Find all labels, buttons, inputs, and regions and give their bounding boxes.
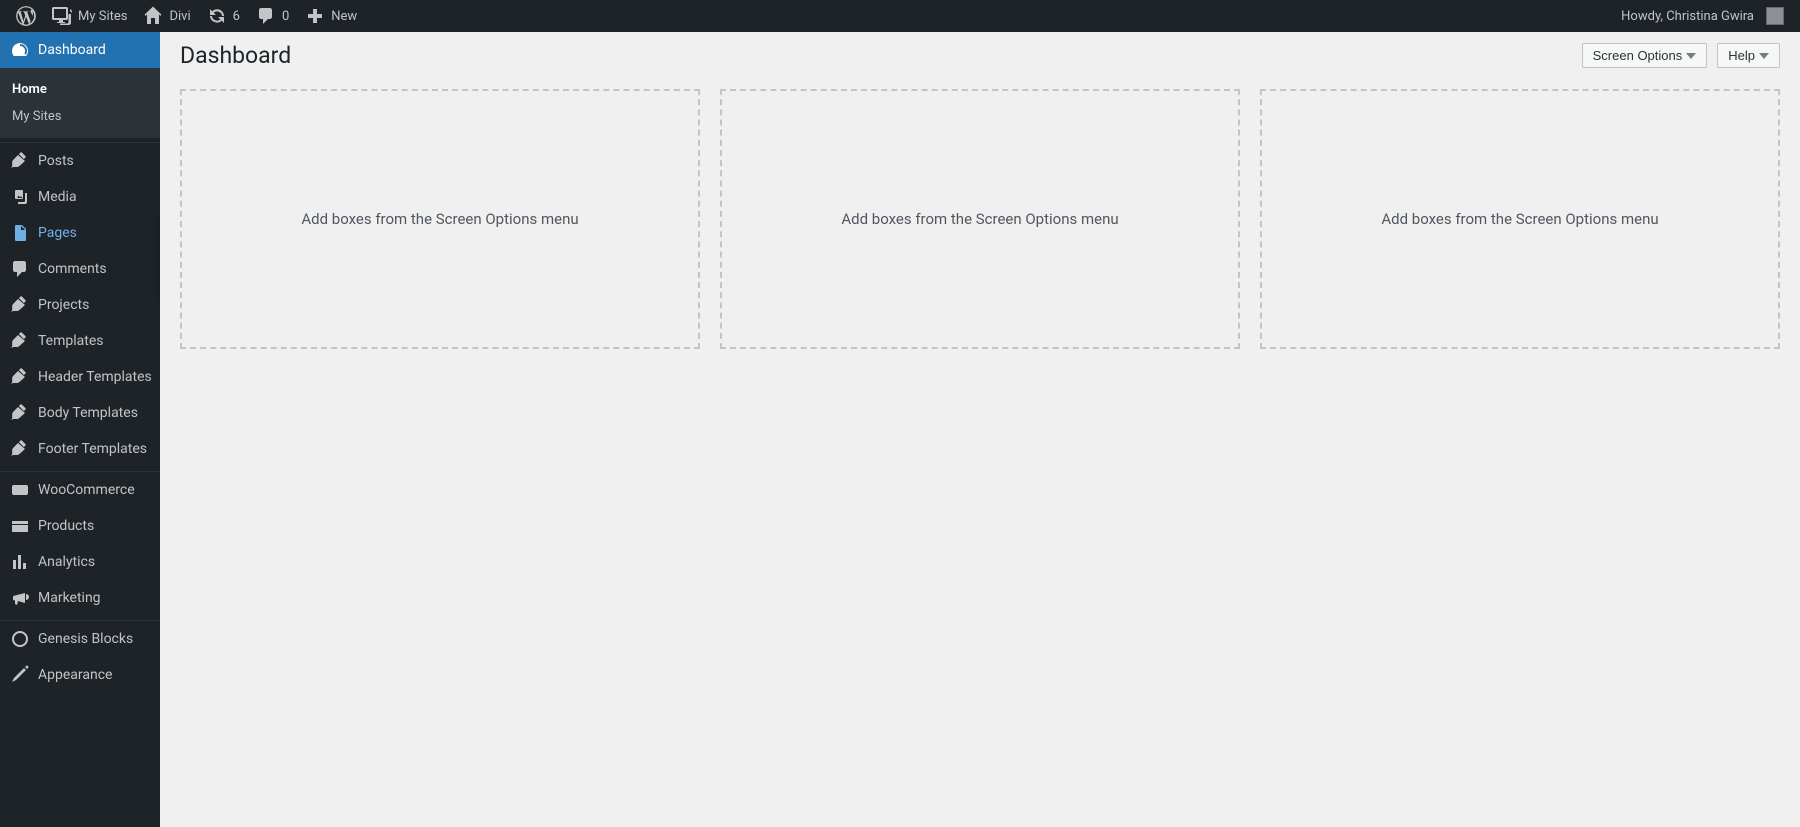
updates-count: 6 [233, 9, 240, 24]
wp-logo-menu[interactable] [8, 0, 44, 32]
dashboard-placeholder-3: Add boxes from the Screen Options menu [1260, 89, 1780, 349]
admin-sidebar: Dashboard Home My Sites Posts Media Page… [0, 32, 160, 827]
home-icon [143, 6, 163, 26]
comments-count: 0 [282, 9, 289, 24]
admin-menu: Dashboard Home My Sites Posts Media Page… [0, 32, 160, 693]
plus-icon [305, 6, 325, 26]
menu-pages-label: Pages [38, 225, 152, 241]
dashboard-placeholder-2: Add boxes from the Screen Options menu [720, 89, 1240, 349]
placeholder-text: Add boxes from the Screen Options menu [841, 210, 1118, 228]
appearance-icon [10, 665, 30, 685]
woocommerce-icon [10, 480, 30, 500]
menu-analytics-label: Analytics [38, 554, 152, 570]
comments-menu[interactable]: 0 [248, 0, 297, 32]
menu-pages[interactable]: Pages All Pages Add New 1 [0, 215, 160, 251]
avatar [1766, 7, 1784, 25]
menu-media-label: Media [38, 189, 152, 205]
chevron-down-icon [1759, 53, 1769, 59]
menu-posts-label: Posts [38, 153, 152, 169]
products-icon [10, 516, 30, 536]
analytics-icon [10, 552, 30, 572]
updates-menu[interactable]: 6 [199, 0, 248, 32]
menu-templates[interactable]: Templates [0, 323, 160, 359]
chevron-down-icon [1686, 53, 1696, 59]
menu-header-templates-label: Header Templates [38, 369, 152, 385]
screen-options-button[interactable]: Screen Options [1582, 43, 1708, 68]
pin-icon [10, 151, 30, 171]
new-label: New [331, 9, 357, 24]
menu-products[interactable]: Products [0, 508, 160, 544]
dashboard-submenu: Home My Sites [0, 68, 160, 138]
new-content-menu[interactable]: New [297, 0, 365, 32]
submenu-my-sites[interactable]: My Sites [0, 103, 160, 130]
pin-icon [10, 331, 30, 351]
submenu-home[interactable]: Home [0, 76, 160, 103]
admin-bar: My Sites Divi 6 0 New [0, 0, 1800, 32]
admin-bar-right: Howdy, Christina Gwira [1613, 0, 1792, 32]
menu-products-label: Products [38, 518, 152, 534]
placeholder-text: Add boxes from the Screen Options menu [301, 210, 578, 228]
menu-templates-label: Templates [38, 333, 152, 349]
dashboard-icon [10, 40, 30, 60]
menu-marketing[interactable]: Marketing [0, 580, 160, 616]
main-wrap: Dashboard Home My Sites Posts Media Page… [0, 32, 1800, 827]
help-label: Help [1728, 48, 1755, 63]
menu-dashboard[interactable]: Dashboard [0, 32, 160, 68]
dashboard-placeholder-1: Add boxes from the Screen Options menu [180, 89, 700, 349]
my-account-menu[interactable]: Howdy, Christina Gwira [1613, 0, 1792, 32]
menu-comments-label: Comments [38, 261, 152, 277]
marketing-icon [10, 588, 30, 608]
menu-dashboard-label: Dashboard [38, 42, 152, 58]
screen-options-label: Screen Options [1593, 48, 1683, 63]
pin-icon [10, 439, 30, 459]
content-area: Dashboard Screen Options Help Add boxes … [160, 32, 1800, 827]
network-icon [52, 6, 72, 26]
menu-woocommerce[interactable]: WooCommerce [0, 472, 160, 508]
menu-comments[interactable]: Comments [0, 251, 160, 287]
menu-footer-templates[interactable]: Footer Templates [0, 431, 160, 467]
menu-body-templates[interactable]: Body Templates [0, 395, 160, 431]
page-header: Dashboard Screen Options Help [180, 32, 1780, 89]
menu-media[interactable]: Media [0, 179, 160, 215]
pin-icon [10, 403, 30, 423]
dashboard-columns: Add boxes from the Screen Options menu A… [180, 89, 1780, 349]
pin-icon [10, 295, 30, 315]
menu-genesis-blocks[interactable]: Genesis Blocks [0, 621, 160, 657]
comment-icon [10, 259, 30, 279]
media-icon [10, 187, 30, 207]
update-icon [207, 6, 227, 26]
menu-header-templates[interactable]: Header Templates [0, 359, 160, 395]
menu-posts[interactable]: Posts [0, 143, 160, 179]
site-name-label: Divi [169, 9, 190, 24]
comment-icon [256, 6, 276, 26]
menu-analytics[interactable]: Analytics [0, 544, 160, 580]
my-sites-menu[interactable]: My Sites [44, 0, 135, 32]
help-button[interactable]: Help [1717, 43, 1780, 68]
menu-marketing-label: Marketing [38, 590, 152, 606]
page-header-actions: Screen Options Help [1582, 43, 1780, 68]
pin-icon [10, 367, 30, 387]
my-sites-label: My Sites [78, 9, 127, 24]
menu-appearance[interactable]: Appearance [0, 657, 160, 693]
genesis-icon [10, 629, 30, 649]
wordpress-icon [16, 6, 36, 26]
site-name-menu[interactable]: Divi [135, 0, 198, 32]
menu-footer-templates-label: Footer Templates [38, 441, 152, 457]
howdy-text: Howdy, Christina Gwira [1621, 9, 1754, 24]
menu-projects-label: Projects [38, 297, 152, 313]
placeholder-text: Add boxes from the Screen Options menu [1381, 210, 1658, 228]
menu-genesis-blocks-label: Genesis Blocks [38, 631, 152, 647]
menu-appearance-label: Appearance [38, 667, 152, 683]
menu-woocommerce-label: WooCommerce [38, 482, 152, 498]
page-icon [10, 223, 30, 243]
page-title: Dashboard [180, 42, 291, 69]
menu-projects[interactable]: Projects [0, 287, 160, 323]
menu-body-templates-label: Body Templates [38, 405, 152, 421]
admin-bar-left: My Sites Divi 6 0 New [8, 0, 365, 32]
